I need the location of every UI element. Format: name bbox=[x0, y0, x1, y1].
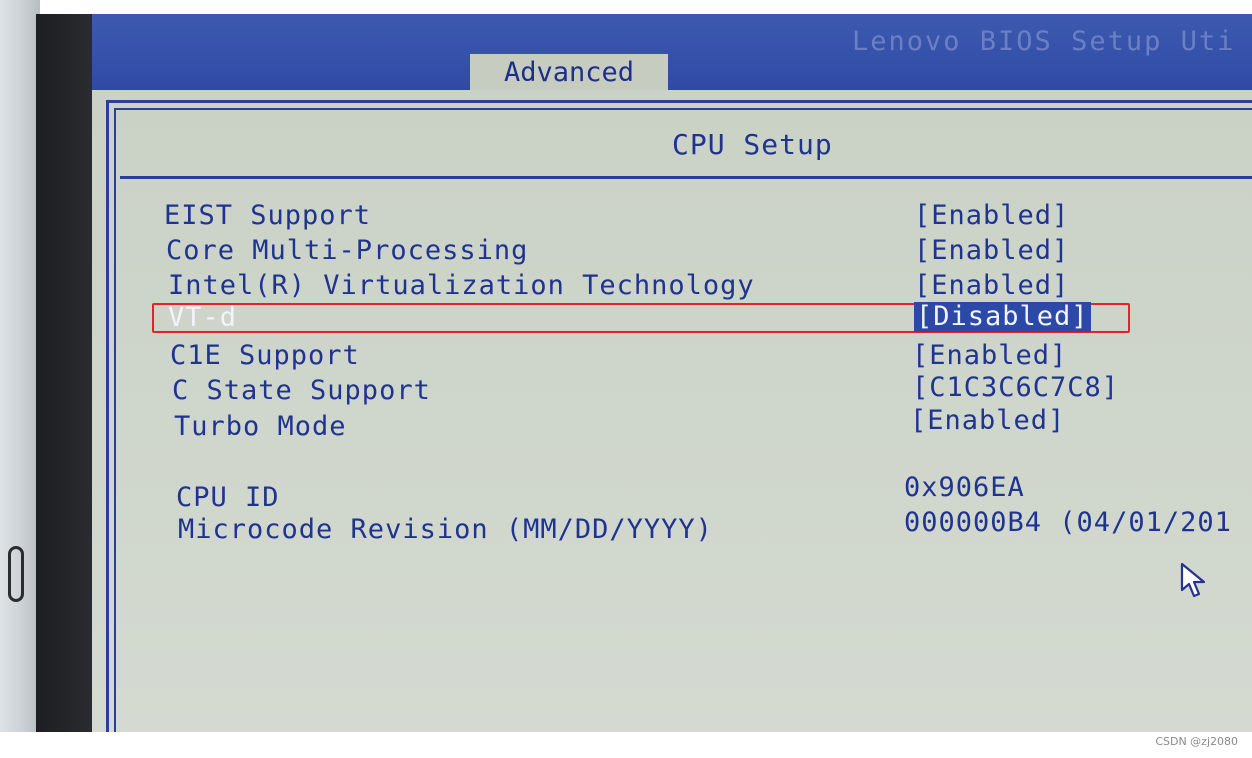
title-divider bbox=[120, 176, 1252, 179]
setting-value-intel-virtualization[interactable]: [Enabled] bbox=[914, 270, 1069, 301]
mouse-pointer-icon bbox=[1180, 562, 1206, 598]
setting-label-turbo-mode[interactable]: Turbo Mode bbox=[174, 411, 347, 442]
watermark-text: CSDN @zj2080 bbox=[1155, 735, 1238, 748]
setting-value-eist-support[interactable]: [Enabled] bbox=[914, 200, 1069, 231]
setting-label-c1e-support[interactable]: C1E Support bbox=[170, 340, 360, 371]
image-bottom-strip bbox=[0, 732, 1252, 758]
setting-value-core-multi-processing[interactable]: [Enabled] bbox=[914, 235, 1069, 266]
setting-label-intel-virtualization[interactable]: Intel(R) Virtualization Technology bbox=[168, 270, 755, 301]
tab-advanced[interactable]: Advanced bbox=[470, 54, 668, 90]
desk-surface bbox=[0, 0, 40, 732]
info-label-cpu-id: CPU ID bbox=[176, 482, 280, 513]
setting-value-c-state-support[interactable]: [C1C3C6C7C8] bbox=[912, 372, 1119, 403]
setting-label-eist-support[interactable]: EIST Support bbox=[164, 200, 371, 231]
info-value-cpu-id: 0x906EA bbox=[904, 472, 1025, 503]
setting-value-c1e-support[interactable]: [Enabled] bbox=[912, 340, 1067, 371]
bios-screen: Lenovo BIOS Setup Uti Advanced CPU Setup… bbox=[92, 14, 1252, 732]
setting-label-core-multi-processing[interactable]: Core Multi-Processing bbox=[166, 235, 528, 266]
bios-app-title: Lenovo BIOS Setup Uti bbox=[852, 26, 1236, 57]
setting-value-turbo-mode[interactable]: [Enabled] bbox=[910, 405, 1065, 436]
cable-clip bbox=[8, 546, 24, 602]
info-value-microcode-revision: 000000B4 (04/01/201 bbox=[904, 507, 1232, 538]
setting-label-c-state-support[interactable]: C State Support bbox=[172, 375, 431, 406]
page-title: CPU Setup bbox=[672, 128, 833, 161]
info-label-microcode-revision: Microcode Revision (MM/DD/YYYY) bbox=[178, 514, 713, 545]
setting-value-vt-d[interactable]: [Disabled] bbox=[914, 302, 1091, 332]
setting-label-vt-d[interactable]: VT-d bbox=[168, 302, 237, 333]
